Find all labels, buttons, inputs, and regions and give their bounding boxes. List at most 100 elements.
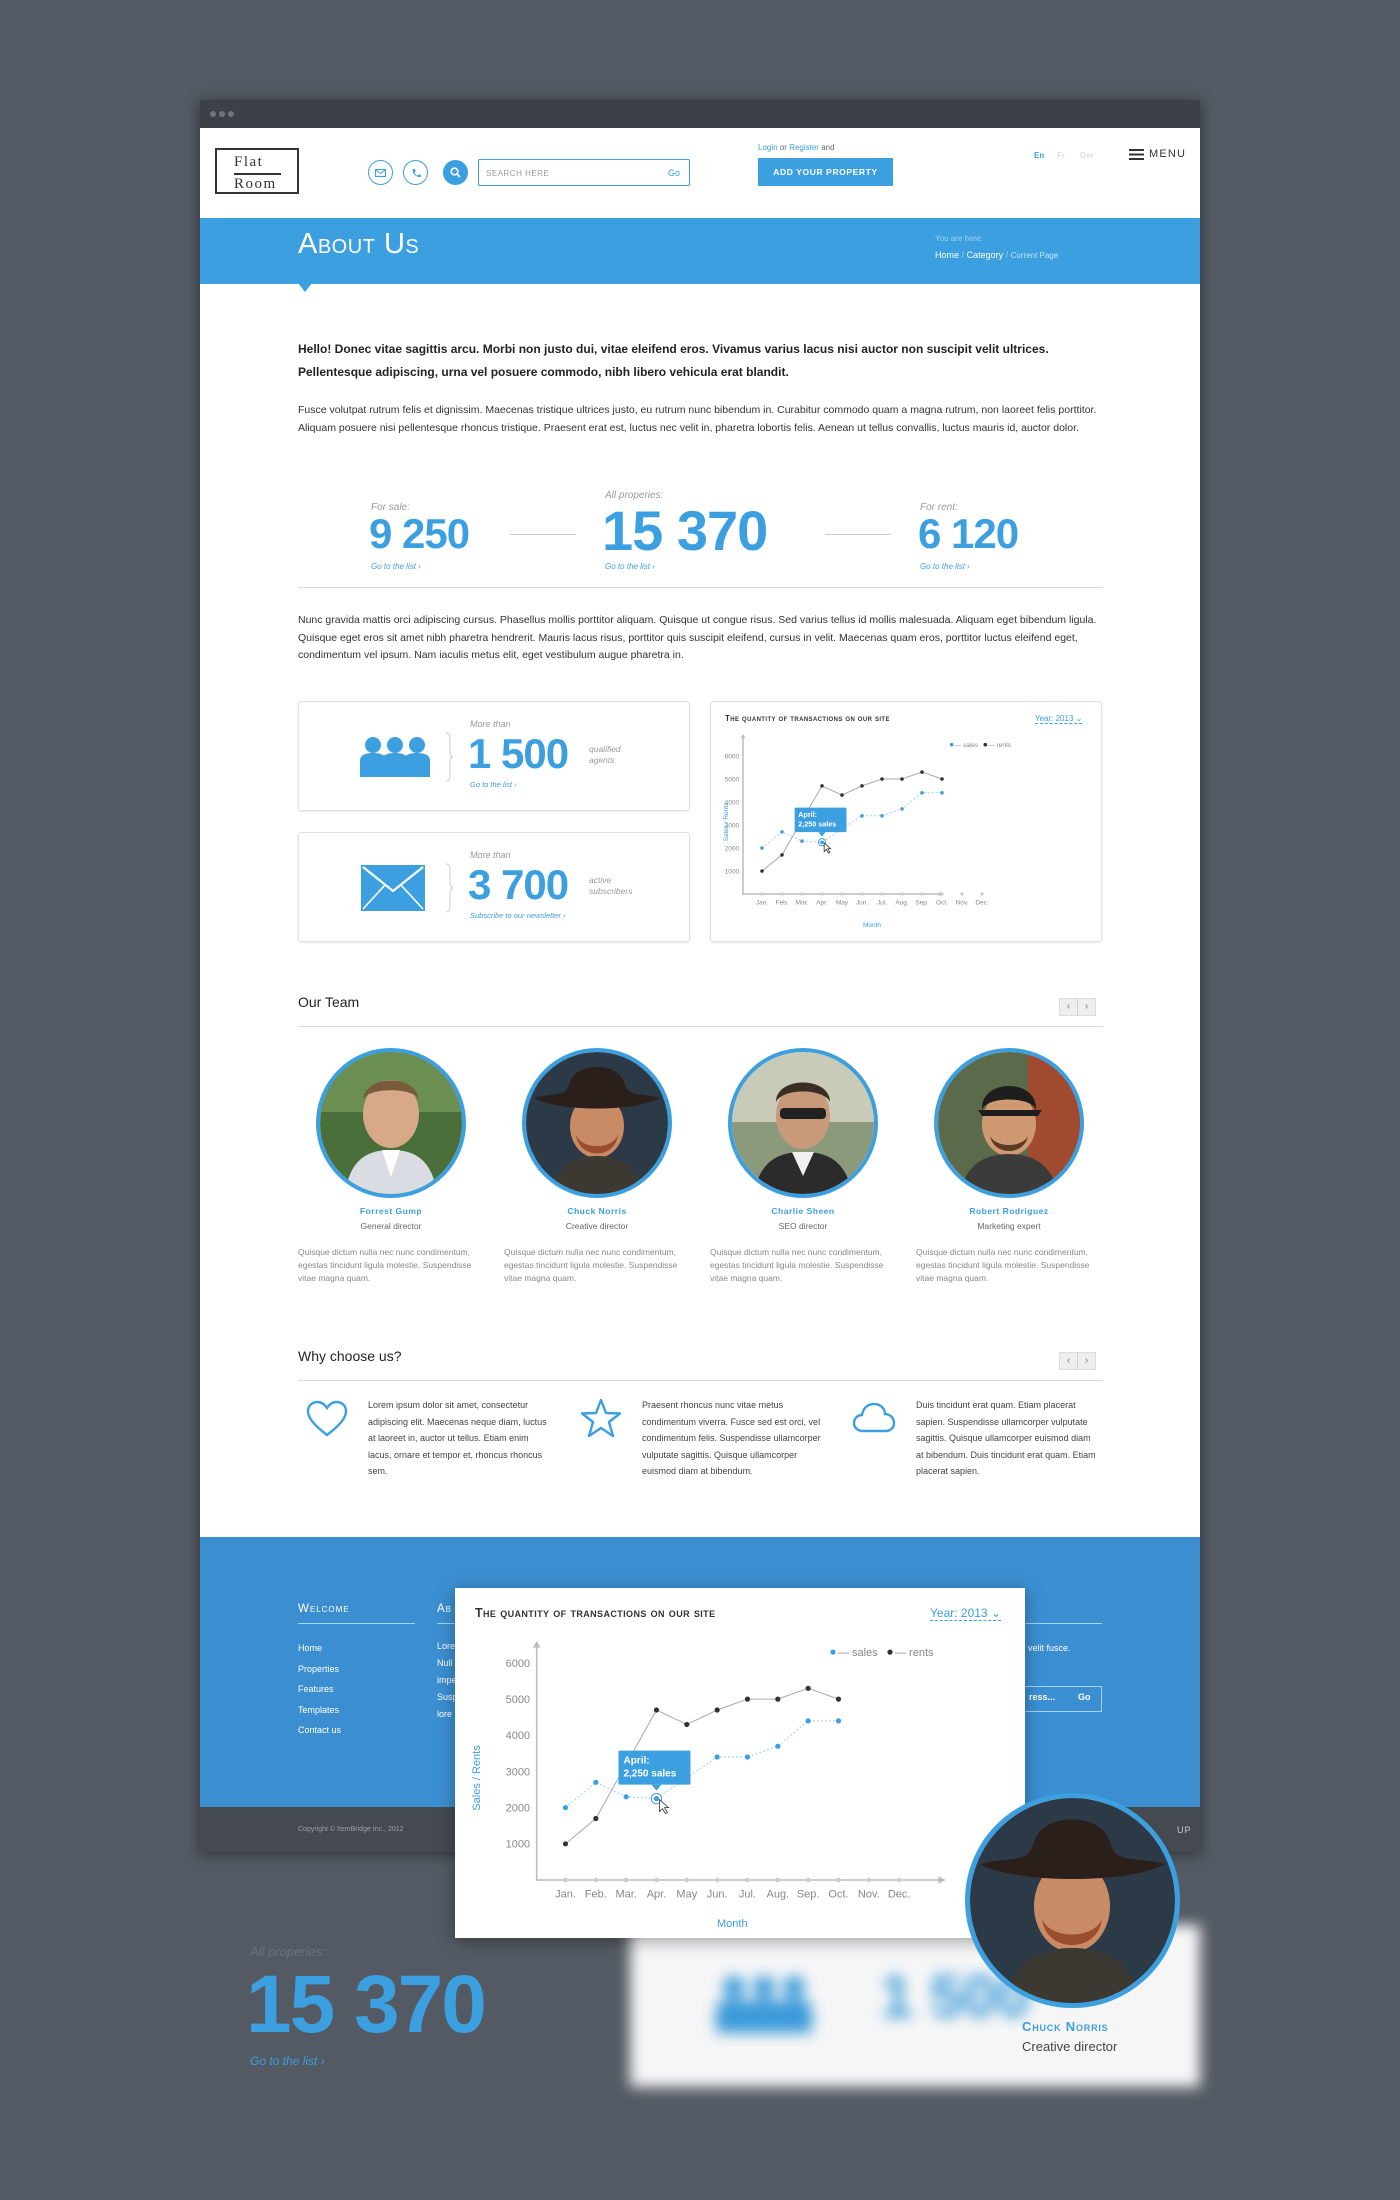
people-icon: [360, 737, 430, 777]
for-rent-link[interactable]: Go to the list ›: [920, 562, 970, 571]
x-tick-label: Mar.: [796, 899, 809, 906]
callout-stat-link[interactable]: Go to the list ›: [250, 2054, 325, 2068]
transactions-chart: 100020003000400050006000Jan. Feb. Mar. Apr.…: [723, 734, 1012, 929]
data-point-rents: [714, 1707, 720, 1713]
team-avatar[interactable]: [728, 1048, 878, 1198]
page-title: About Us: [298, 228, 420, 260]
footer-link[interactable]: Templates: [298, 1700, 341, 1721]
why-pager: ‹ ›: [1059, 1352, 1096, 1370]
x-tick-label: Dec.: [975, 899, 989, 906]
lang-en[interactable]: En: [1034, 151, 1044, 160]
breadcrumb-category[interactable]: Category: [967, 250, 1004, 260]
newsletter-link-text: Subscribe to our newsletter: [470, 911, 561, 920]
phone-icon-button[interactable]: [403, 160, 428, 185]
site-logo[interactable]: Flat Room: [215, 148, 299, 194]
x-tick: [780, 892, 784, 896]
hand-cursor-icon: [823, 842, 832, 854]
team-next-button[interactable]: ›: [1078, 999, 1095, 1015]
team-member-desc: Quisque dictum nulla nec nunc condimentu…: [916, 1247, 1090, 1283]
y-tick-label: 1000: [506, 1839, 530, 1851]
data-point-rents: [835, 1696, 842, 1702]
x-tick-label: Oct.: [828, 1889, 848, 1901]
lang-ger[interactable]: Ger: [1080, 151, 1094, 160]
data-point-sales: [562, 1805, 569, 1811]
stat-arrow-left: [510, 534, 576, 535]
y-tick-label: 2000: [725, 845, 740, 852]
intro-paragraph: Fusce volutpat rutrum felis et dignissim…: [298, 404, 1097, 434]
login-link[interactable]: Login: [758, 143, 778, 152]
legend-marker-rents: [983, 742, 988, 747]
y-axis-arrow: [740, 734, 746, 738]
x-tick: [880, 892, 884, 896]
chart-callout-card: The quantity of transactions on our site…: [455, 1588, 1025, 1938]
window-dot[interactable]: [228, 111, 234, 117]
data-point-sales: [623, 1794, 629, 1800]
add-property-button[interactable]: Add Your Property: [758, 158, 893, 186]
stats-divider: [298, 587, 1103, 588]
x-tick-label: Oct.: [936, 899, 948, 906]
footer-link[interactable]: Home: [298, 1638, 341, 1659]
team-avatar[interactable]: [934, 1048, 1084, 1198]
team-avatar[interactable]: [522, 1048, 672, 1198]
data-point-sales: [900, 807, 904, 811]
x-tick: [860, 892, 864, 896]
window-dot[interactable]: [210, 111, 216, 117]
footer-link[interactable]: Properties: [298, 1659, 341, 1680]
x-tick: [896, 1877, 902, 1883]
why-prev-button[interactable]: ‹: [1060, 1353, 1078, 1369]
team-member-name[interactable]: Forrest Gump: [296, 1206, 486, 1216]
x-axis-label: Month: [717, 1918, 748, 1930]
data-point-rents: [775, 1696, 781, 1702]
search-input[interactable]: Search here: [478, 159, 690, 186]
legend-marker-sales: [949, 742, 954, 747]
phone-icon: [412, 168, 421, 177]
back-to-top-link[interactable]: Up: [1177, 1825, 1192, 1835]
agents-link[interactable]: Go to the list ›: [470, 780, 517, 789]
team-avatar[interactable]: [316, 1048, 466, 1198]
footer-email-go[interactable]: Go: [1078, 1692, 1091, 1702]
data-point-sales: [920, 790, 924, 795]
x-tick: [920, 892, 924, 896]
menu-button[interactable]: Menu: [1129, 148, 1186, 160]
x-tick-label: Sep.: [797, 1889, 820, 1901]
people-icon: [716, 1976, 812, 2033]
x-tick-label: Mar.: [615, 1889, 636, 1901]
footer-link[interactable]: Contact us: [298, 1720, 341, 1741]
window-dot[interactable]: [219, 111, 225, 117]
legend-label-sales: — sales: [838, 1647, 878, 1659]
x-tick: [900, 892, 904, 896]
email-icon-button[interactable]: [368, 160, 393, 185]
register-link[interactable]: Register: [789, 143, 819, 152]
x-tick: [960, 892, 964, 896]
team-member-name[interactable]: Charlie Sheen: [708, 1206, 898, 1216]
data-point-sales: [835, 1718, 842, 1724]
x-tick: [745, 1877, 750, 1883]
breadcrumb-home[interactable]: Home: [935, 250, 959, 260]
search-icon-button[interactable]: [443, 160, 468, 185]
why-divider: [298, 1380, 1103, 1381]
team-member-name[interactable]: Robert Rodriguez: [914, 1206, 1104, 1216]
x-tick-label: Jan.: [756, 899, 768, 906]
x-tick: [940, 892, 944, 896]
lang-fr[interactable]: Fr: [1057, 151, 1065, 160]
for-sale-link[interactable]: Go to the list ›: [371, 562, 421, 571]
transactions-chart: 100020003000400050006000Jan. Feb. Mar. Apr.…: [471, 1641, 945, 1930]
footer-link[interactable]: Features: [298, 1679, 341, 1700]
data-point-sales: [775, 1743, 781, 1749]
all-properties-link[interactable]: Go to the list ›: [605, 562, 655, 571]
chart-tooltip-value: 2,250 sales: [798, 819, 836, 828]
newsletter-link[interactable]: Subscribe to our newsletter ›: [470, 911, 565, 920]
team-prev-button[interactable]: ‹: [1060, 999, 1078, 1015]
callout-stat-value: 15 370: [246, 1959, 487, 2050]
data-point-rents: [653, 1707, 660, 1713]
x-tick: [840, 892, 844, 896]
data-point-rents: [820, 784, 824, 788]
team-member-name[interactable]: Chuck Norris: [502, 1206, 692, 1216]
x-tick: [866, 1877, 872, 1883]
agents-more-than: More than: [470, 719, 511, 729]
search-go-button[interactable]: Go: [668, 168, 680, 178]
subscribers-more-than: More than: [470, 850, 511, 860]
x-tick: [775, 1877, 781, 1883]
star-icon: [580, 1398, 622, 1438]
why-next-button[interactable]: ›: [1078, 1353, 1095, 1369]
